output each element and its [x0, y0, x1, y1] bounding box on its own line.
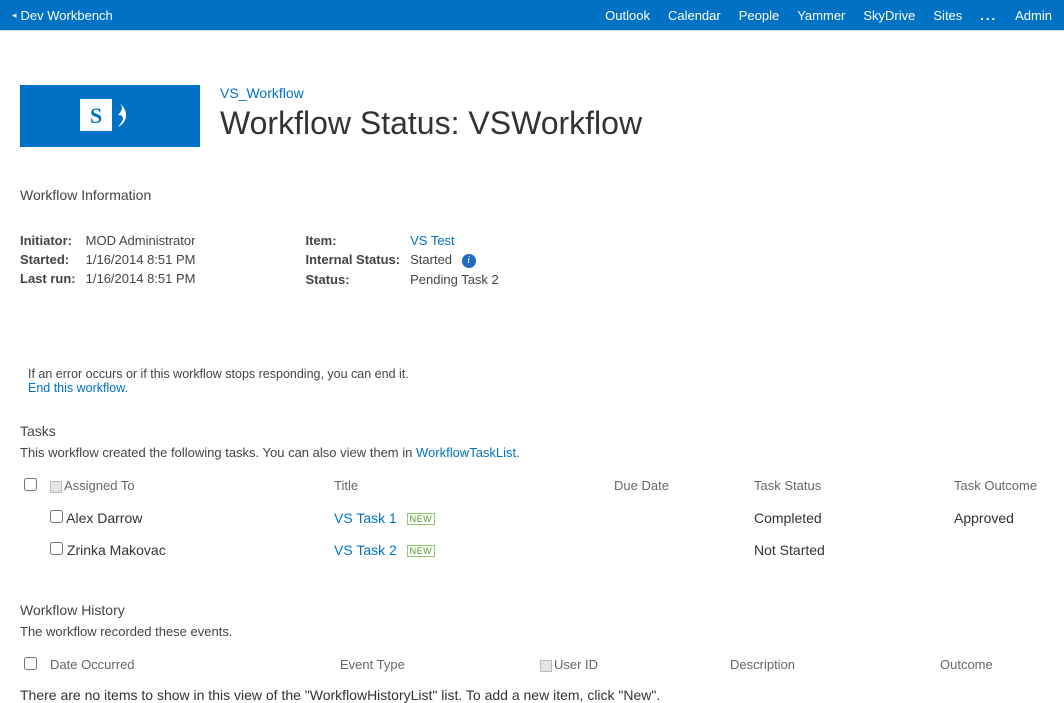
nav-yammer[interactable]: Yammer	[797, 8, 845, 23]
workflow-info-right: Item: VS Test Internal Status: Started i…	[305, 233, 498, 287]
disabled-checkbox-icon	[540, 660, 552, 672]
item-link[interactable]: VS Test	[410, 233, 499, 248]
lastrun-label: Last run:	[20, 271, 76, 286]
page-title: Workflow Status: VSWorkflow	[220, 105, 642, 142]
started-label: Started:	[20, 252, 76, 267]
nav-skydrive[interactable]: SkyDrive	[863, 8, 915, 23]
new-badge: NEW	[407, 545, 436, 557]
table-row[interactable]: Zrinka Makovac VS Task 2 NEW Not Started	[20, 534, 1044, 566]
caret-left-icon: ◂	[12, 10, 17, 21]
assigned-to: Zrinka Makovac	[67, 542, 166, 558]
internal-status-label: Internal Status:	[305, 252, 400, 268]
nav-admin[interactable]: Admin	[1015, 8, 1052, 23]
lastrun-value: 1/16/2014 8:51 PM	[86, 271, 196, 286]
history-heading: Workflow History	[20, 602, 1044, 618]
task-outcome	[950, 534, 1044, 566]
col-assigned-label: Assigned To	[64, 478, 135, 493]
status-value: Pending Task 2	[410, 272, 499, 287]
row-checkbox[interactable]	[50, 510, 63, 523]
site-name-text: Dev Workbench	[21, 8, 113, 23]
svg-text:S: S	[90, 103, 102, 128]
col-title[interactable]: Title	[330, 470, 610, 502]
end-workflow-hint: If an error occurs or if this workflow s…	[28, 367, 1044, 395]
col-outcome[interactable]: Task Outcome	[950, 470, 1044, 502]
initiator-value: MOD Administrator	[86, 233, 196, 248]
site-logo[interactable]: S	[20, 85, 200, 147]
sharepoint-icon: S	[80, 95, 140, 137]
history-select-all-checkbox[interactable]	[24, 657, 37, 670]
tasks-subheading: This workflow created the following task…	[20, 445, 1044, 460]
nav-sites[interactable]: Sites	[933, 8, 962, 23]
site-name[interactable]: ◂ Dev Workbench	[12, 8, 113, 23]
nav-people[interactable]: People	[739, 8, 779, 23]
info-icon[interactable]: i	[462, 254, 476, 268]
row-checkbox[interactable]	[50, 542, 63, 555]
internal-status-text: Started	[410, 252, 452, 267]
task-status: Not Started	[750, 534, 950, 566]
due-date	[610, 502, 750, 534]
top-suite-bar: ◂ Dev Workbench Outlook Calendar People …	[0, 0, 1064, 30]
breadcrumb[interactable]: VS_Workflow	[220, 85, 642, 101]
col-date[interactable]: Date Occurred	[46, 649, 336, 681]
history-empty-message: There are no items to show in this view …	[20, 687, 1044, 703]
tasks-sub-text: This workflow created the following task…	[20, 445, 416, 460]
started-value: 1/16/2014 8:51 PM	[86, 252, 196, 267]
internal-status-value: Started i	[410, 252, 499, 268]
col-user-label: User ID	[554, 657, 598, 672]
assigned-to: Alex Darrow	[66, 510, 142, 526]
history-table: Date Occurred Event Type User ID Descrip…	[20, 649, 1044, 681]
due-date	[610, 534, 750, 566]
col-assigned[interactable]: Assigned To	[46, 470, 330, 502]
col-due[interactable]: Due Date	[610, 470, 750, 502]
nav-more[interactable]: ...	[980, 8, 997, 23]
tasks-heading: Tasks	[20, 423, 1044, 439]
tasks-table: Assigned To Title Due Date Task Status T…	[20, 470, 1044, 566]
task-title-link[interactable]: VS Task 1	[334, 510, 397, 526]
tasklist-link[interactable]: WorkflowTaskList	[416, 445, 516, 460]
new-badge: NEW	[407, 513, 436, 525]
nav-calendar[interactable]: Calendar	[668, 8, 721, 23]
task-title-link[interactable]: VS Task 2	[334, 542, 397, 558]
top-nav: Outlook Calendar People Yammer SkyDrive …	[605, 8, 1052, 23]
end-workflow-link[interactable]: End this workflow.	[28, 381, 128, 395]
initiator-label: Initiator:	[20, 233, 76, 248]
workflow-info-heading: Workflow Information	[20, 187, 1044, 203]
table-row[interactable]: Alex Darrow VS Task 1 NEW Completed Appr…	[20, 502, 1044, 534]
col-history-outcome[interactable]: Outcome	[936, 649, 1044, 681]
col-event[interactable]: Event Type	[336, 649, 536, 681]
workflow-info-left: Initiator: MOD Administrator Started: 1/…	[20, 233, 195, 287]
col-user[interactable]: User ID	[536, 649, 726, 681]
history-subheading: The workflow recorded these events.	[20, 624, 1044, 639]
status-label: Status:	[305, 272, 400, 287]
select-all-checkbox[interactable]	[24, 478, 37, 491]
disabled-checkbox-icon	[50, 481, 62, 493]
col-desc[interactable]: Description	[726, 649, 936, 681]
task-outcome: Approved	[950, 502, 1044, 534]
hint-text: If an error occurs or if this workflow s…	[28, 367, 1044, 381]
col-status[interactable]: Task Status	[750, 470, 950, 502]
task-status: Completed	[750, 502, 950, 534]
item-label: Item:	[305, 233, 400, 248]
nav-outlook[interactable]: Outlook	[605, 8, 650, 23]
